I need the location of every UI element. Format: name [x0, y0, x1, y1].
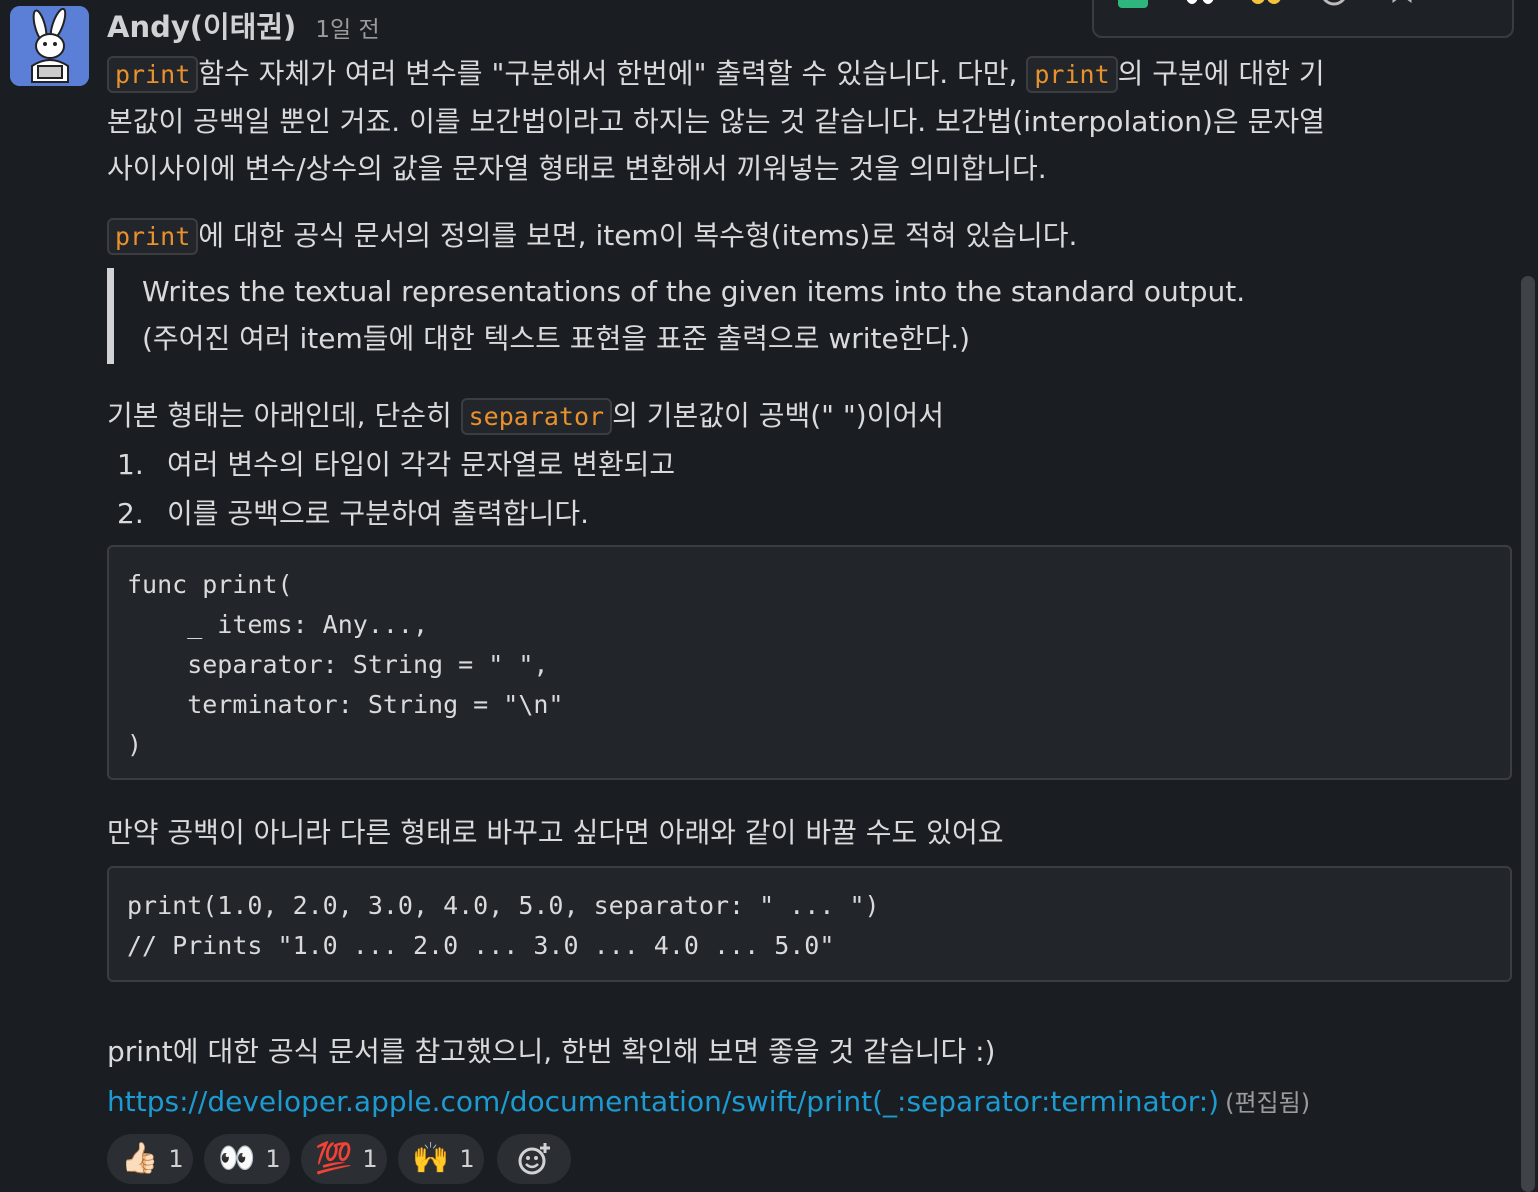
edited-label: (편집됨): [1225, 1089, 1311, 1117]
text-span: 의 기본값이 공백(" ")이어서: [612, 399, 945, 432]
reaction-thumbs-up[interactable]: 👍🏻 1: [107, 1134, 193, 1184]
bookmark-icon[interactable]: [1384, 0, 1420, 12]
inline-code: print: [1026, 56, 1118, 93]
eyes-icon: 👀: [218, 1141, 256, 1176]
reaction-count: 1: [459, 1145, 475, 1173]
list-item-text: 여러 변수의 타입이 각각 문자열로 변환되고: [167, 448, 676, 481]
list-item: 1. 여러 변수의 타입이 각각 문자열로 변환되고: [117, 440, 675, 489]
documentation-link[interactable]: https://developer.apple.com/documentatio…: [107, 1085, 1219, 1118]
avatar[interactable]: [10, 6, 89, 86]
quote-line: (주어진 여러 item들에 대한 텍스트 표현을 표준 출력으로 write한…: [142, 322, 971, 355]
paragraph-line: print 함수 자체가 여러 변수를 "구분해서 한번에" 출력할 수 있습니다…: [107, 50, 1325, 99]
link-line: https://developer.apple.com/documentatio…: [107, 1078, 1310, 1127]
reaction-hundred[interactable]: 💯 1: [301, 1134, 387, 1184]
eyes-reaction-icon[interactable]: [1182, 0, 1218, 12]
list-item: 2. 이를 공백으로 구분하여 출력합니다.: [117, 489, 675, 538]
reply-in-thread-icon[interactable]: [1316, 0, 1352, 12]
reaction-raising-hands[interactable]: 🙌 1: [398, 1134, 484, 1184]
check-reaction-icon[interactable]: [1114, 0, 1150, 12]
author-name[interactable]: Andy(이태권): [107, 10, 296, 44]
blockquote: Writes the textual representations of th…: [107, 268, 1407, 364]
raising-hands-icon: 🙌: [412, 1141, 450, 1176]
rabbit-avatar-icon: [10, 6, 89, 86]
paragraph-line: 만약 공백이 아니라 다른 형태로 바꾸고 싶다면 아래와 같이 바꿀 수도 있…: [107, 816, 1004, 849]
code-block: func print( _ items: Any..., separator: …: [107, 545, 1512, 780]
list-number: 1.: [117, 448, 144, 481]
reaction-eyes[interactable]: 👀 1: [204, 1134, 290, 1184]
hundred-points-icon: 💯: [315, 1141, 353, 1176]
reaction-count: 1: [168, 1145, 184, 1173]
reaction-count: 1: [362, 1145, 378, 1173]
text-span: 에 대한 공식 문서의 정의를 보면, item이 복수형(items)로 적혀…: [198, 219, 1078, 252]
paragraph-line: print에 대한 공식 문서를 참고했으니, 한번 확인해 보면 좋을 것 같…: [107, 1035, 996, 1068]
paragraph-line: 사이사이에 변수/상수의 값을 문자열 형태로 변환해서 끼워넣는 것을 의미합…: [107, 152, 1047, 185]
code-block: print(1.0, 2.0, 3.0, 4.0, 5.0, separator…: [107, 866, 1512, 982]
thumbs-up-icon: 👍🏻: [121, 1141, 159, 1176]
inline-code: print: [107, 218, 199, 255]
quote-line: Writes the textual representations of th…: [142, 275, 1246, 308]
paragraph-line: 기본 형태는 아래인데, 단순히 separator 의 기본값이 공백(" ")…: [107, 392, 944, 441]
message-header: Andy(이태권) 1일 전: [107, 4, 380, 44]
more-actions-icon[interactable]: [1458, 0, 1478, 12]
ordered-list: 1. 여러 변수의 타입이 각각 문자열로 변환되고 2. 이를 공백으로 구분하여…: [117, 440, 675, 538]
add-reaction-icon: [518, 1143, 550, 1175]
inline-code: separator: [460, 398, 613, 435]
add-reaction-button[interactable]: [497, 1134, 571, 1184]
text-span: 함수 자체가 여러 변수를 "구분해서 한번에" 출력할 수 있습니다. 다만,: [198, 57, 1027, 90]
inline-code: print: [107, 56, 199, 93]
raising-hands-reaction-icon[interactable]: [1246, 0, 1286, 12]
list-item-text: 이를 공백으로 구분하여 출력합니다.: [167, 497, 590, 530]
timestamp[interactable]: 1일 전: [315, 17, 379, 43]
text-span: 의 구분에 대한 기: [1117, 57, 1325, 90]
scrollbar[interactable]: [1521, 276, 1535, 1192]
paragraph-line: 본값이 공백일 뿐인 거죠. 이를 보간법이라고 하지는 않는 것 같습니다. …: [107, 105, 1325, 138]
reaction-count: 1: [265, 1145, 281, 1173]
message-actions-toolbar: [1092, 0, 1514, 38]
paragraph-line: print 에 대한 공식 문서의 정의를 보면, item이 복수형(items…: [107, 212, 1077, 261]
text-span: 기본 형태는 아래인데, 단순히: [107, 399, 461, 432]
list-number: 2.: [117, 497, 144, 530]
